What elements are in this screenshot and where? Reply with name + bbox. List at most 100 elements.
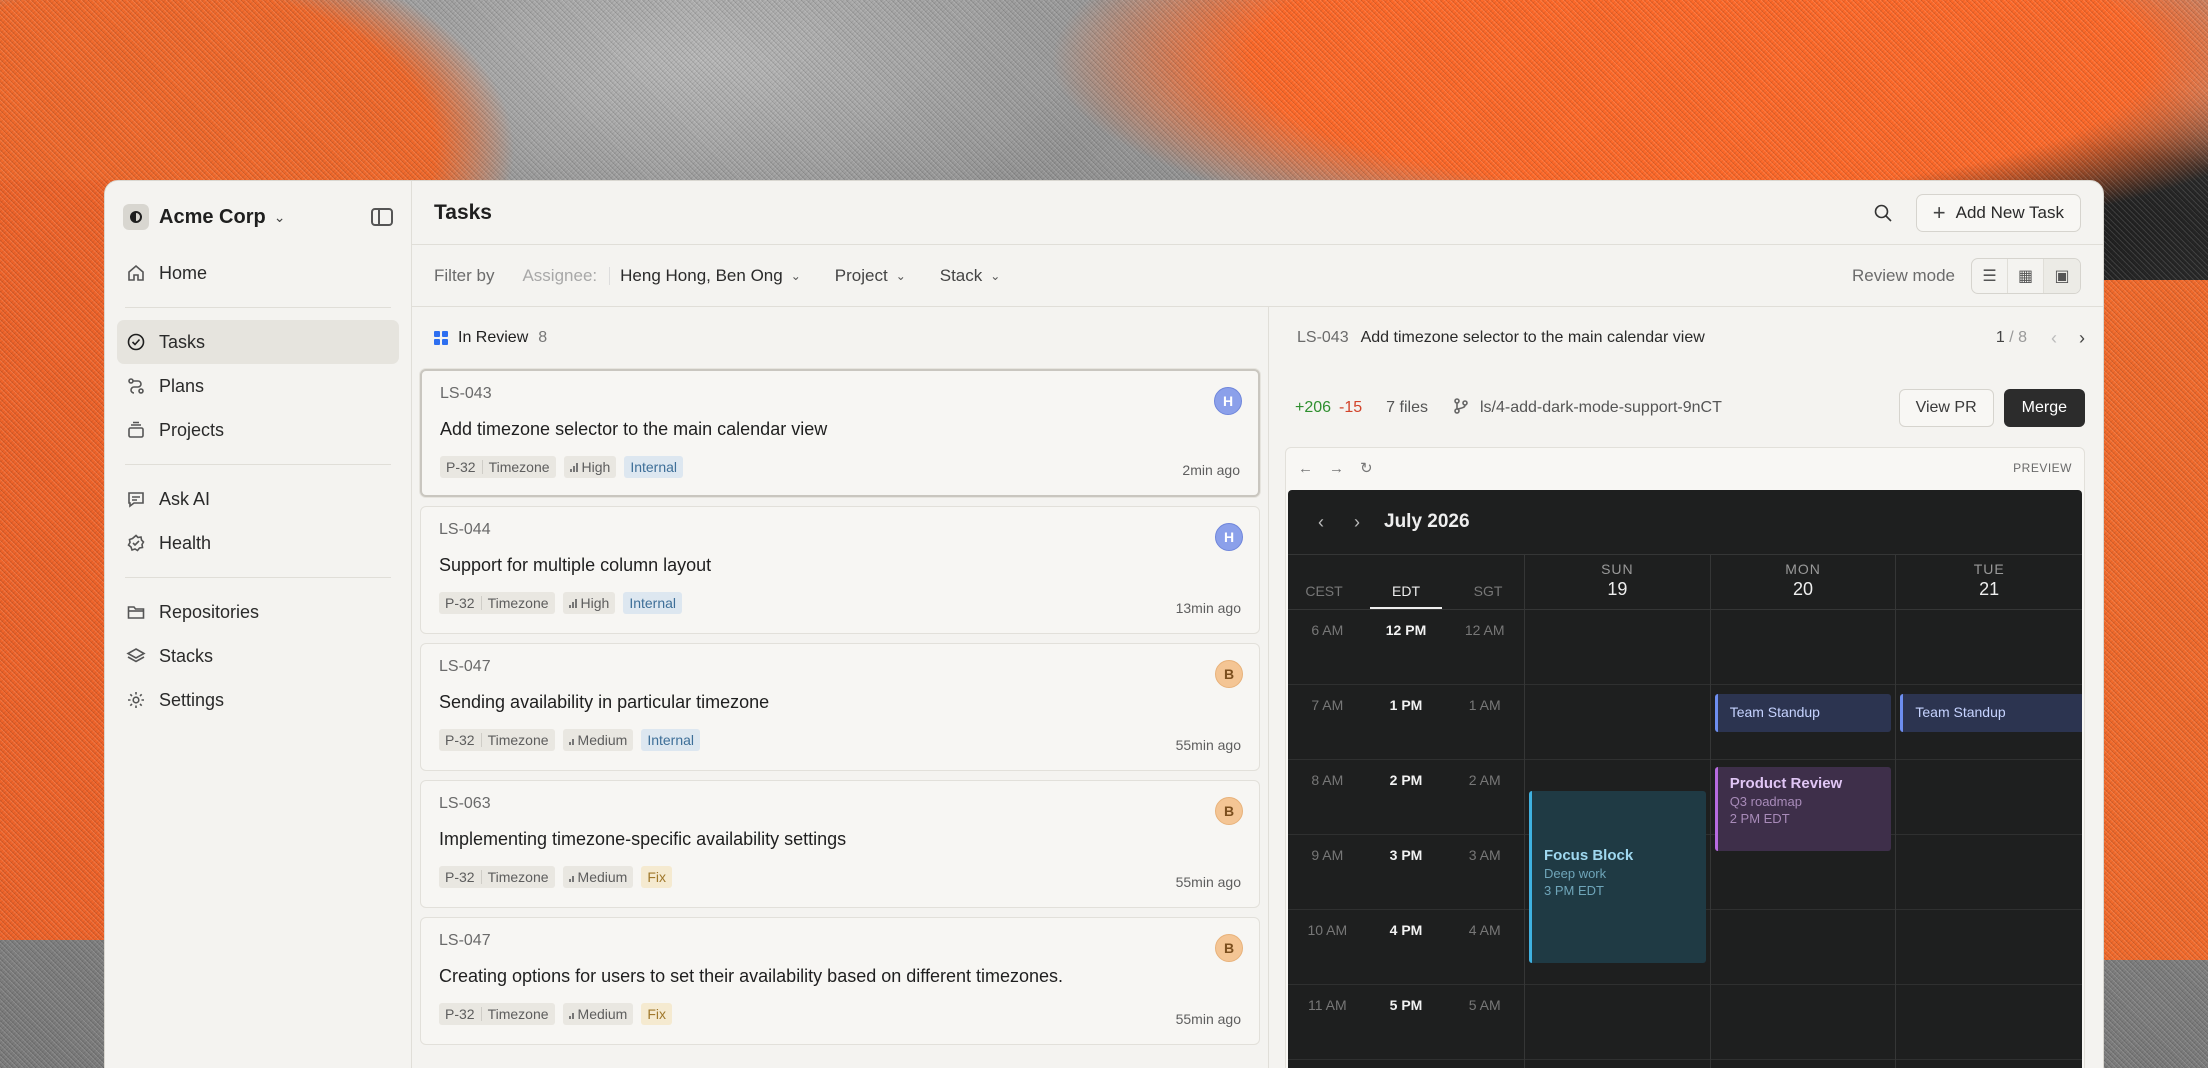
chevron-down-icon: ⌄ [990, 268, 1001, 283]
back-icon[interactable]: ← [1298, 460, 1313, 477]
timezone-label-active[interactable]: EDT [1370, 583, 1442, 609]
main-panel: Tasks + Add New Task Filter by Assignee:… [412, 181, 2103, 1068]
sidebar-item-home[interactable]: Home [117, 251, 399, 295]
sidebar-item-projects[interactable]: Projects [117, 408, 399, 452]
board-view-icon[interactable]: ▦ [2008, 258, 2044, 293]
label-tag: Internal [624, 456, 684, 478]
priority-tag: Medium [562, 729, 634, 751]
timezone-label[interactable]: SGT [1452, 583, 1524, 609]
view-pr-button[interactable]: View PR [1898, 389, 1994, 427]
day-name: TUE [1973, 561, 2005, 577]
projects-icon [125, 419, 147, 441]
chat-icon [125, 488, 147, 510]
divider [125, 577, 391, 578]
health-icon [125, 532, 147, 554]
sidebar-item-label: Projects [159, 419, 225, 440]
sidebar-item-tasks[interactable]: Tasks [117, 320, 399, 364]
task-card[interactable]: LS-047 B Sending availability in particu… [420, 643, 1260, 771]
search-icon[interactable] [1872, 202, 1894, 224]
filter-label: Filter by [434, 265, 495, 285]
hour-label: 12 AM [1464, 622, 1505, 638]
sidebar-item-health[interactable]: Health [117, 521, 399, 565]
task-time: 55min ago [1175, 1011, 1241, 1027]
project-tag: P-32 Timezone [439, 592, 555, 614]
refresh-icon[interactable]: ↻ [1360, 459, 1373, 477]
sidebar-item-settings[interactable]: Settings [117, 678, 399, 722]
task-time: 13min ago [1175, 600, 1241, 616]
label-tag: Fix [641, 1003, 672, 1025]
hour-label: 5 AM [1468, 997, 1501, 1013]
sidebar-item-stacks[interactable]: Stacks [117, 634, 399, 678]
event-product-review[interactable]: Product Review Q3 roadmap 2 PM EDT [1714, 767, 1892, 851]
task-id: LS-044 [439, 521, 491, 538]
project-filter-label: Project [834, 265, 888, 285]
avatar: H [1215, 523, 1243, 551]
project-filter[interactable]: Project ⌄ [835, 266, 906, 286]
assignee-label: Assignee: [522, 265, 598, 285]
sidebar-item-plans[interactable]: Plans [117, 364, 399, 408]
sidebar-item-ask-ai[interactable]: Ask AI [117, 477, 399, 521]
merge-button[interactable]: Merge [2003, 389, 2085, 427]
focus-view-icon[interactable]: ▣ [2044, 258, 2080, 293]
label-tag: Internal [641, 729, 701, 751]
chevron-right-icon[interactable]: › [2079, 328, 2085, 349]
day-column-tue[interactable]: TUE 21 Team Standup [1896, 554, 2082, 1068]
timezone-label[interactable]: CEST [1288, 583, 1360, 609]
day-column-mon[interactable]: MON 20 Team Standup Product Review Q3 roa… [1710, 554, 1897, 1068]
sidebar-toggle-icon[interactable] [371, 208, 393, 226]
filter-bar: Filter by Assignee: Heng Hong, Ben Ong ⌄… [412, 245, 2103, 307]
chevron-left-icon[interactable]: ‹ [2051, 328, 2057, 349]
hour-label: 8 AM [1311, 772, 1344, 788]
task-list: In Review 8 LS-043 H Add timezone select… [412, 307, 1269, 1068]
pr-summary: +206 -15 7 files ls/4-add-dark-mode-supp… [1285, 369, 2085, 447]
task-id: LS-043 [440, 385, 492, 402]
preview-panel: ← → ↻ PREVIEW ‹ › July 2026 CEST EDT SGT… [1285, 447, 2085, 1068]
view-switcher: ☰ ▦ ▣ [1971, 257, 2081, 294]
sidebar-item-repositories[interactable]: Repositories [117, 590, 399, 634]
task-title: Support for multiple column layout [439, 555, 712, 575]
priority-icon [568, 736, 574, 745]
sidebar-item-label: Home [159, 262, 208, 283]
hour-label: 4 AM [1468, 922, 1501, 938]
assignee-filter[interactable]: Heng Hong, Ben Ong [620, 266, 783, 286]
branch-name[interactable]: ls/4-add-dark-mode-support-9nCT [1452, 397, 1722, 420]
preview-toolbar: ← → ↻ PREVIEW [1286, 448, 2084, 488]
list-view-icon[interactable]: ☰ [1972, 258, 2008, 293]
sidebar-item-label: Ask AI [159, 488, 211, 509]
day-column-sun[interactable]: SUN 19 Focus Block Deep work 3 PM EDT [1525, 554, 1711, 1068]
avatar: B [1215, 660, 1243, 688]
additions-count: +206 [1295, 399, 1332, 416]
task-time: 55min ago [1175, 874, 1241, 890]
event-focus-block[interactable]: Focus Block Deep work 3 PM EDT [1529, 791, 1706, 963]
task-card[interactable]: LS-063 B Implementing timezone-specific … [420, 780, 1260, 908]
hour-label: 11 AM [1308, 997, 1347, 1013]
task-card[interactable]: LS-047 B Creating options for users to s… [420, 917, 1260, 1045]
priority-icon [568, 1010, 574, 1019]
git-branch-icon [1452, 397, 1470, 420]
org-switcher[interactable]: Acme Corp ⌄ [117, 199, 399, 235]
content-area: In Review 8 LS-043 H Add timezone select… [412, 307, 2103, 1068]
check-circle-icon [125, 331, 147, 353]
forward-icon[interactable]: → [1329, 460, 1344, 477]
chevron-right-icon[interactable]: › [1354, 512, 1360, 533]
project-tag: P-32 Timezone [439, 866, 555, 888]
priority-tag: Medium [562, 866, 634, 888]
grid-icon [434, 331, 448, 345]
stack-filter[interactable]: Stack ⌄ [940, 266, 1001, 286]
files-count: 7 files [1386, 399, 1428, 416]
add-new-task-button[interactable]: + Add New Task [1915, 193, 2081, 232]
task-card[interactable]: LS-044 H Support for multiple column lay… [420, 506, 1260, 634]
event-team-standup[interactable]: Team Standup [1714, 694, 1892, 732]
chevron-left-icon[interactable]: ‹ [1318, 512, 1324, 533]
task-detail: LS-043 Add timezone selector to the main… [1269, 307, 2103, 1068]
hour-label: 12 PM [1385, 622, 1427, 638]
event-team-standup[interactable]: Team Standup [1900, 694, 2082, 732]
hour-label: 9 AM [1311, 847, 1344, 863]
hour-label: 1 AM [1468, 697, 1501, 713]
task-id: LS-063 [439, 795, 491, 812]
task-card[interactable]: LS-043 H Add timezone selector to the ma… [420, 369, 1260, 497]
group-header[interactable]: In Review 8 [420, 307, 1260, 369]
topbar: Tasks + Add New Task [412, 181, 2103, 245]
day-name: SUN [1601, 561, 1634, 577]
pager: 1 / 8 [1995, 329, 2027, 346]
